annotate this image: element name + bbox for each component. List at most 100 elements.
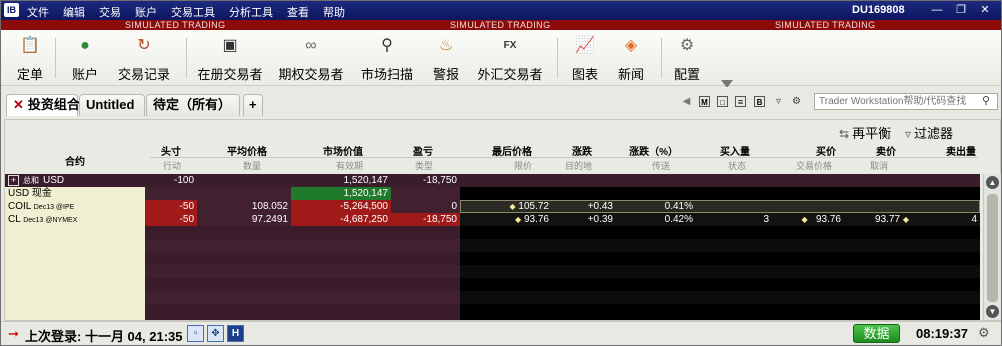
menu-file[interactable]: 文件 [27, 4, 49, 20]
header-avg-price[interactable]: 平均价格 [181, 143, 267, 158]
header-position[interactable]: 头寸 [145, 143, 181, 158]
header-action[interactable]: 行动 [145, 159, 181, 172]
empty-cell [460, 252, 980, 265]
menu-analytics[interactable]: 分析工具 [229, 4, 273, 20]
toolbar-separator [55, 38, 56, 78]
toolbar-config-button[interactable]: ⚙ 配置 [669, 30, 705, 86]
close-tab-icon[interactable]: ✕ [13, 97, 24, 112]
toolbar-trades-button[interactable]: ↻ 交易记录 [116, 30, 172, 86]
header-transmit[interactable]: 传送 [592, 159, 670, 172]
last-price-value: 93.76 [523, 214, 549, 225]
table-row[interactable]: USD 现金 1,520,147 [5, 187, 980, 200]
toolbar-fxtrader-button[interactable]: FX 外汇交易者 [477, 30, 543, 86]
scroll-down-icon[interactable]: ▼ [986, 305, 999, 318]
last-price-cell: ◆ 105.72 [460, 200, 552, 213]
toolbar-order-button[interactable]: 📋 定单 [10, 30, 50, 86]
header-status[interactable]: 状态 [678, 159, 746, 172]
diamond-icon: ◆ [801, 215, 808, 224]
add-tab-button[interactable]: + [243, 94, 263, 116]
toolbar-label: 警报 [432, 67, 459, 82]
mosaic-icon[interactable]: M [699, 96, 710, 107]
menu-account[interactable]: 账户 [135, 4, 157, 20]
diamond-icon: ◆ [509, 202, 516, 211]
dock-icon[interactable]: □ [717, 96, 728, 107]
header-ask[interactable]: 卖价 [836, 143, 896, 158]
toolbar-chart-button[interactable]: 📈 图表 [567, 30, 603, 86]
toolbar-news-button[interactable]: ◈ 新闻 [613, 30, 649, 86]
toolbar-separator [186, 38, 187, 78]
empty-row [5, 226, 980, 239]
menu-help[interactable]: 帮助 [323, 4, 345, 20]
empty-cell [5, 252, 145, 265]
tab-pending-all[interactable]: 待定（所有） [146, 94, 240, 116]
minimize-icon[interactable]: — [930, 4, 944, 16]
rss-icon: ◈ [624, 37, 638, 54]
search-input[interactable] [814, 93, 998, 110]
header-quantity[interactable]: 数量 [181, 159, 261, 172]
header-time-in-force[interactable]: 有效期 [267, 159, 363, 172]
toolbar-separator [661, 38, 662, 78]
toolbar-booktrader-button[interactable]: ▣ 在册交易者 [196, 30, 264, 86]
filter-icon: ▿ [905, 127, 912, 141]
toolbar-account-button[interactable]: ● 账户 [67, 30, 103, 86]
back-icon[interactable]: ◀ [681, 96, 692, 107]
table-row[interactable]: CL Dec13 @NYMEX -50 97.2491 -4,687,250 -… [5, 213, 980, 226]
table-row[interactable]: + 总和 USD -100 1,520,147 -18,750 [5, 174, 980, 187]
toolbar-scanner-button[interactable]: ⚲ 市场扫描 [359, 30, 415, 86]
menu-trading-tools[interactable]: 交易工具 [171, 4, 215, 20]
header-cancel[interactable]: 取消 [836, 159, 888, 172]
position-cell: -50 [145, 213, 197, 226]
toolbar-optiontrader-button[interactable]: ∞ 期权交易者 [278, 30, 344, 86]
header-bid-size[interactable]: 买入量 [678, 143, 750, 158]
header-change[interactable]: 涨跌 [532, 143, 592, 158]
change-cell: +0.43 [587, 201, 613, 212]
layout-tile-icon[interactable]: ✥ [207, 325, 224, 342]
restore-icon[interactable]: ❐ [954, 4, 968, 16]
layout-single-icon[interactable]: ▫ [187, 325, 204, 342]
ask-size-cell [912, 200, 980, 213]
layout-h-icon[interactable]: H [227, 325, 244, 342]
header-market-value[interactable]: 市场价值 [267, 143, 363, 158]
bold-icon[interactable]: B [754, 96, 765, 107]
bid-size-cell [696, 200, 772, 213]
scroll-thumb[interactable] [987, 194, 998, 302]
header-change-pct[interactable]: 涨跌（%） [592, 143, 678, 158]
menu-trade[interactable]: 交易 [99, 4, 121, 20]
header-contract[interactable]: 合约 [5, 153, 145, 168]
filter-funnel-icon[interactable]: ▿ [773, 96, 784, 107]
simulated-label: SIMULATED TRADING [450, 20, 551, 30]
scroll-up-icon[interactable]: ▲ [986, 176, 999, 189]
layout-icon[interactable]: ≡ [735, 96, 746, 107]
header-ask-size[interactable]: 卖出量 [896, 143, 976, 158]
header-trade-price[interactable]: 交易价格 [750, 159, 832, 172]
settings-wrench-icon[interactable]: ⚙ [791, 96, 802, 107]
toolbar-alert-button[interactable]: ♨ 警报 [428, 30, 464, 86]
option-trader-icon: ∞ [305, 37, 317, 54]
menu-edit[interactable]: 编辑 [63, 4, 85, 20]
settings-icon[interactable]: ⚙ [978, 325, 990, 341]
table-row[interactable]: COIL Dec13 @IPE -50 108.052 -5,264,500 0… [5, 200, 980, 213]
close-icon[interactable]: ✕ [978, 4, 992, 16]
header-type[interactable]: 类型 [363, 159, 433, 172]
header-limit[interactable]: 限价 [460, 159, 532, 172]
menu-view[interactable]: 查看 [287, 4, 309, 20]
header-last-price[interactable]: 最后价格 [460, 143, 532, 158]
pnl-cell: 0 [391, 200, 460, 213]
trades-icon: ↻ [137, 37, 151, 54]
blank-cell [145, 187, 291, 200]
bid-cell: ◆ 93.76 [772, 213, 844, 226]
empty-row [5, 304, 980, 320]
data-button[interactable]: 数据 [853, 324, 900, 343]
book-trader-icon: ▣ [222, 37, 238, 54]
tab-untitled[interactable]: Untitled [79, 94, 145, 116]
vertical-scrollbar[interactable]: ▲ ▼ [983, 174, 1001, 320]
bid-value: 93.76 [815, 214, 841, 225]
search-icon[interactable]: ⚲ [982, 95, 994, 107]
contract-expiry: Dec13 @IPE [33, 204, 75, 211]
header-pnl[interactable]: 盈亏 [363, 143, 433, 158]
tab-portfolio[interactable]: ✕ 投资组合 [6, 94, 80, 116]
expand-icon[interactable]: + [8, 175, 19, 186]
header-bid[interactable]: 买价 [750, 143, 836, 158]
header-destination[interactable]: 目的地 [532, 159, 592, 172]
bid-cell [772, 200, 844, 213]
